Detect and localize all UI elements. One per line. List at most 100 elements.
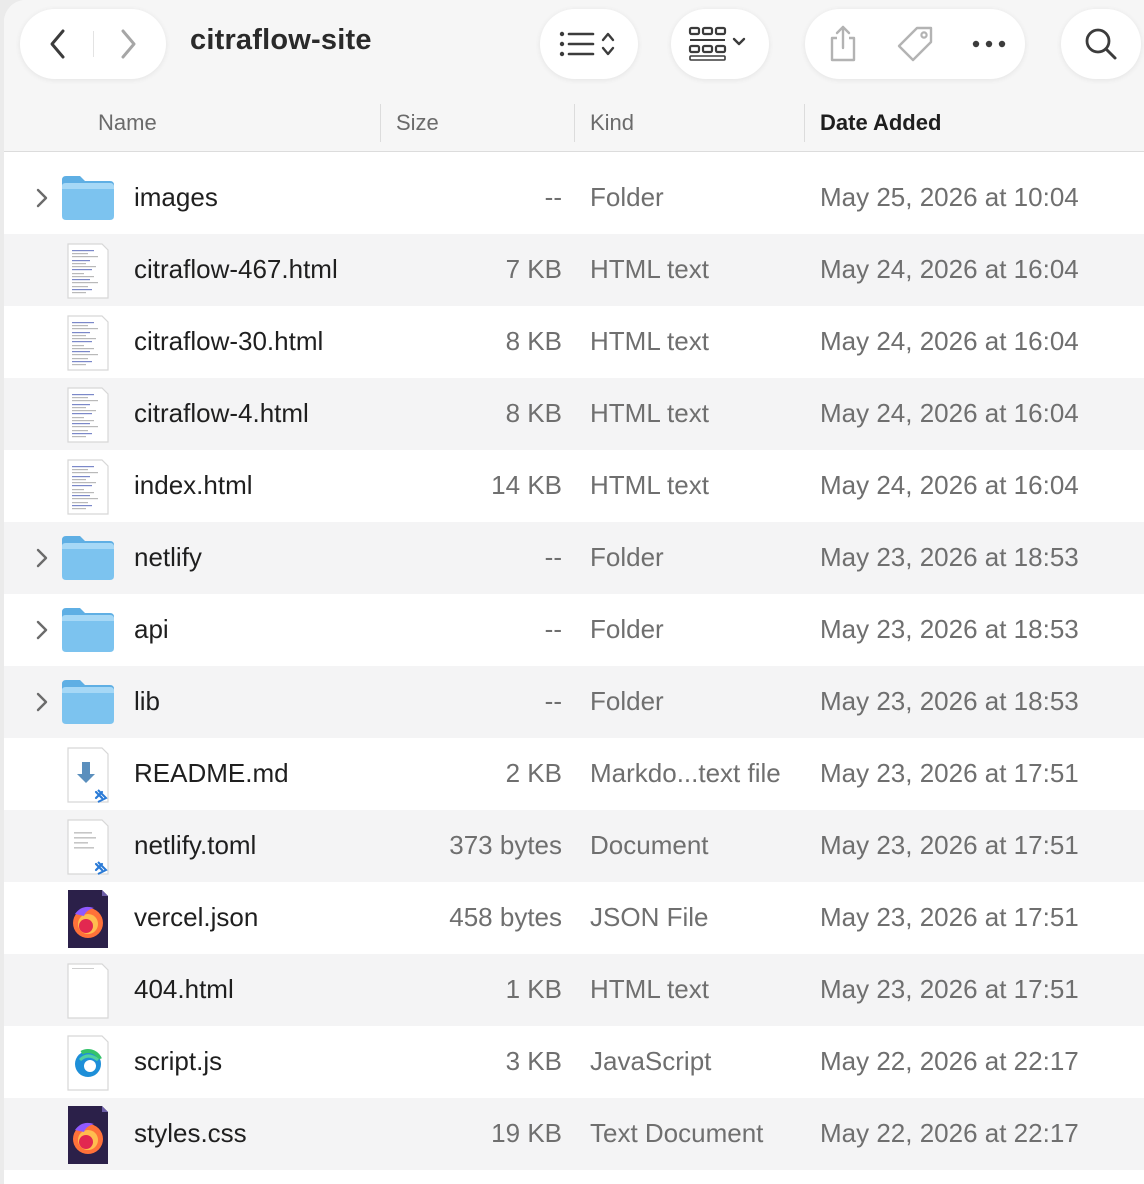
share-button[interactable] xyxy=(811,9,875,79)
navigation-controls xyxy=(20,9,166,79)
file-kind: HTML text xyxy=(590,326,709,356)
search-icon xyxy=(1085,28,1117,60)
file-date-added: May 23, 2026 at 18:53 xyxy=(820,542,1079,572)
doc-file-icon xyxy=(58,242,118,300)
file-row[interactable]: citraflow-4.html 8 KB HTML text May 24, 202… xyxy=(4,378,1144,450)
file-row[interactable]: vercel.json 458 bytes JSON File May 23, 202… xyxy=(4,882,1144,954)
toml-file-icon xyxy=(58,818,118,876)
file-kind: Folder xyxy=(590,686,664,716)
file-date-added: May 24, 2026 at 16:04 xyxy=(820,254,1079,284)
file-row[interactable]: citraflow-467.html 7 KB HTML text May 24, 2… xyxy=(4,234,1144,306)
disclosure-chevron-icon[interactable] xyxy=(30,184,54,212)
file-name: images xyxy=(134,182,218,212)
toolbar: citraflow-site xyxy=(4,0,1144,94)
file-kind: Folder xyxy=(590,614,664,644)
file-row[interactable]: README.md 2 KB Markdo...text file May 23, 2… xyxy=(4,738,1144,810)
disclosure-chevron-icon[interactable] xyxy=(30,616,54,644)
column-name[interactable]: Name xyxy=(98,110,157,136)
file-name: styles.css xyxy=(134,1118,247,1148)
file-size: -- xyxy=(544,182,562,212)
disclosure-chevron-icon[interactable] xyxy=(30,544,54,572)
file-size: -- xyxy=(544,614,562,644)
folder-icon xyxy=(58,674,118,732)
file-name: lib xyxy=(134,686,161,716)
file-size: 458 bytes xyxy=(449,902,562,932)
file-kind: JSON File xyxy=(590,902,709,932)
file-kind: HTML text xyxy=(590,974,709,1004)
file-row[interactable]: netlify.toml 373 bytes Document May 23, 202… xyxy=(4,810,1144,882)
file-kind: Markdo...text file xyxy=(590,758,781,788)
chevron-left-icon xyxy=(50,29,65,59)
back-button[interactable] xyxy=(28,9,88,79)
finder-window: citraflow-site Name Size Kind Date Added… xyxy=(4,0,1144,1184)
file-size: 19 KB xyxy=(491,1118,562,1148)
edge-file-icon xyxy=(58,1034,118,1092)
file-name: vercel.json xyxy=(134,902,259,932)
share-icon xyxy=(830,25,856,62)
list-view-button[interactable] xyxy=(540,9,638,79)
doc-file-icon xyxy=(58,314,118,372)
search-button[interactable] xyxy=(1061,9,1141,79)
column-divider[interactable] xyxy=(380,104,381,142)
file-name: citraflow-467.html xyxy=(134,254,338,284)
file-name: api xyxy=(134,614,169,644)
file-size: -- xyxy=(544,542,562,572)
grid-view-icon xyxy=(688,26,746,61)
file-size: -- xyxy=(544,686,562,716)
file-kind: Folder xyxy=(590,542,664,572)
file-row[interactable]: citraflow-30.html 8 KB HTML text May 24, 20… xyxy=(4,306,1144,378)
file-row[interactable]: lib -- Folder May 23, 2026 at 18:53 xyxy=(4,666,1144,738)
folder-icon xyxy=(58,530,118,588)
tag-button[interactable] xyxy=(883,9,947,79)
file-kind: HTML text xyxy=(590,254,709,284)
actions-group xyxy=(805,9,1025,79)
nav-divider xyxy=(93,31,94,57)
file-date-added: May 23, 2026 at 18:53 xyxy=(820,686,1079,716)
file-date-added: May 23, 2026 at 17:51 xyxy=(820,758,1079,788)
file-name: README.md xyxy=(134,758,289,788)
column-divider[interactable] xyxy=(574,104,575,142)
file-row[interactable]: netlify -- Folder May 23, 2026 at 18:53 xyxy=(4,522,1144,594)
file-kind: Document xyxy=(590,830,709,860)
file-date-added: May 24, 2026 at 16:04 xyxy=(820,470,1079,500)
file-date-added: May 23, 2026 at 18:53 xyxy=(820,614,1079,644)
file-kind: HTML text xyxy=(590,398,709,428)
file-name: citraflow-30.html xyxy=(134,326,324,356)
folder-icon xyxy=(58,602,118,660)
file-size: 8 KB xyxy=(505,398,562,428)
file-kind: HTML text xyxy=(590,470,709,500)
file-date-added: May 23, 2026 at 17:51 xyxy=(820,902,1079,932)
file-kind: Text Document xyxy=(590,1118,764,1148)
file-name: citraflow-4.html xyxy=(134,398,309,428)
file-row[interactable]: images -- Folder May 25, 2026 at 10:04 xyxy=(4,162,1144,234)
file-date-added: May 22, 2026 at 22:17 xyxy=(820,1118,1079,1148)
chevron-right-icon xyxy=(121,29,136,59)
column-header: Name Size Kind Date Added xyxy=(4,94,1144,152)
disclosure-chevron-icon[interactable] xyxy=(30,688,54,716)
file-size: 373 bytes xyxy=(449,830,562,860)
file-date-added: May 23, 2026 at 17:51 xyxy=(820,830,1079,860)
blank-file-icon xyxy=(58,962,118,1020)
file-row[interactable]: 404.html 1 KB HTML text May 23, 2026 at 17:… xyxy=(4,954,1144,1026)
column-date-added[interactable]: Date Added xyxy=(820,110,941,136)
file-size: 3 KB xyxy=(505,1046,562,1076)
file-kind: JavaScript xyxy=(590,1046,712,1076)
file-name: index.html xyxy=(134,470,253,500)
column-divider[interactable] xyxy=(804,104,805,142)
forward-button[interactable] xyxy=(98,9,158,79)
column-size[interactable]: Size xyxy=(396,110,439,136)
column-kind[interactable]: Kind xyxy=(590,110,634,136)
doc-file-icon xyxy=(58,386,118,444)
ellipsis-icon xyxy=(972,40,1006,48)
file-row[interactable]: index.html 14 KB HTML text May 24, 2026 at … xyxy=(4,450,1144,522)
file-row[interactable]: styles.css 19 KB Text Document May 22, 2026… xyxy=(4,1098,1144,1170)
file-row[interactable]: api -- Folder May 23, 2026 at 18:53 xyxy=(4,594,1144,666)
more-actions-button[interactable] xyxy=(957,9,1021,79)
markdown-file-icon xyxy=(58,746,118,804)
file-size: 7 KB xyxy=(505,254,562,284)
file-kind: Folder xyxy=(590,182,664,212)
file-name: netlify xyxy=(134,542,202,572)
file-row[interactable]: script.js 3 KB JavaScript May 22, 2026 at 2… xyxy=(4,1026,1144,1098)
grid-view-button[interactable] xyxy=(671,9,769,79)
doc-file-icon xyxy=(58,458,118,516)
